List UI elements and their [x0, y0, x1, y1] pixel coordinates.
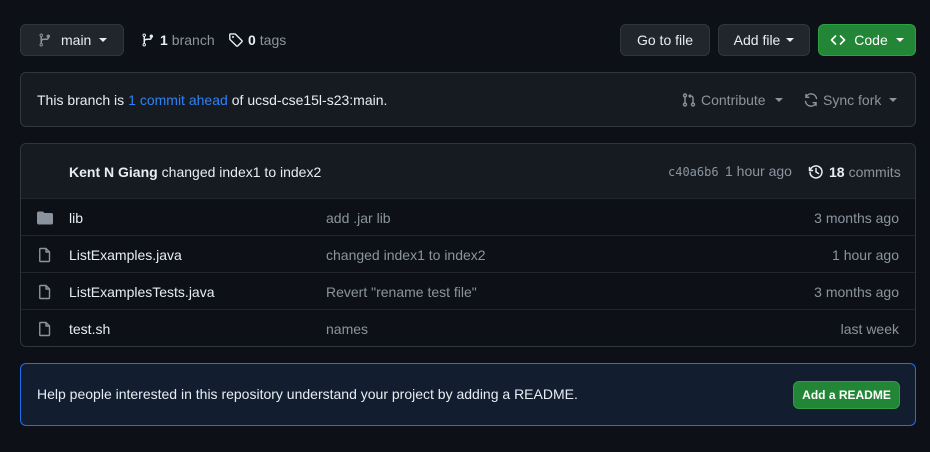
commit-sha[interactable]: c40a6b6: [668, 165, 719, 179]
file-age: last week: [840, 320, 899, 337]
file-icon: [39, 284, 51, 300]
commit-author[interactable]: Kent N Giang: [69, 164, 158, 180]
branches-link[interactable]: 1 branch: [140, 31, 215, 49]
tag-count-label: tags: [259, 32, 287, 48]
sync-fork-label: Sync fork: [823, 92, 882, 108]
chevron-down-icon: [99, 38, 108, 42]
file-age: 1 hour ago: [832, 246, 899, 263]
latest-commit-info: Kent N Giang changed index1 to index2: [69, 163, 321, 181]
branch-select-button[interactable]: main: [20, 24, 124, 56]
go-to-file-label: Go to file: [636, 32, 694, 48]
status-prefix: This branch is: [37, 92, 125, 108]
sync-fork-button[interactable]: Sync fork: [803, 91, 898, 109]
file-name[interactable]: lib: [69, 210, 83, 226]
file-row-lib[interactable]: lib add .jar lib 3 months ago: [21, 198, 915, 236]
file-name[interactable]: test.sh: [69, 321, 110, 337]
file-row-test-sh[interactable]: test.sh names last week: [21, 309, 915, 346]
status-suffix: of ucsd-cse15l-s23:main.: [231, 92, 388, 108]
contribute-label: Contribute: [701, 92, 766, 108]
folder-icon: [37, 211, 53, 225]
tags-link[interactable]: 0 tags: [228, 31, 286, 49]
file-name[interactable]: ListExamples.java: [69, 247, 182, 263]
branch-select-label: main: [61, 32, 92, 48]
git-branch-icon: [142, 33, 154, 47]
code-button-label: Code: [854, 32, 888, 48]
history-icon: [808, 165, 823, 179]
add-file-button[interactable]: Add file: [718, 24, 810, 56]
file-age: 3 months ago: [814, 209, 899, 226]
chevron-down-icon: [895, 38, 904, 42]
readme-prompt: Help people interested in this repositor…: [20, 363, 916, 426]
file-name[interactable]: ListExamplesTests.java: [69, 284, 215, 300]
contribute-button[interactable]: Contribute: [681, 91, 783, 109]
file-icon: [39, 247, 51, 263]
commits-ahead-link[interactable]: 1 commit ahead: [128, 92, 228, 108]
commits-history-link[interactable]: 18 commits: [808, 163, 901, 181]
commit-message[interactable]: changed index1 to index2: [162, 164, 322, 180]
file-icon: [39, 321, 51, 337]
sync-icon: [804, 93, 818, 107]
commit-age: 1 hour ago: [725, 163, 792, 179]
file-age: 3 months ago: [814, 283, 899, 300]
file-commit-message[interactable]: changed index1 to index2: [326, 247, 486, 263]
add-file-label: Add file: [733, 32, 781, 48]
file-commit-message[interactable]: add .jar lib: [326, 210, 391, 226]
commit-count: 18: [829, 164, 845, 180]
code-icon: [830, 35, 846, 45]
go-to-file-button[interactable]: Go to file: [620, 24, 710, 56]
chevron-down-icon: [786, 38, 795, 42]
file-row-listexamples[interactable]: ListExamples.java changed index1 to inde…: [21, 235, 915, 273]
git-branch-icon: [39, 33, 51, 47]
tag-icon: [229, 33, 243, 47]
add-readme-label: Add a README: [802, 388, 891, 402]
readme-prompt-text: Help people interested in this repositor…: [37, 386, 578, 402]
git-pull-request-icon: [682, 93, 696, 107]
file-commit-message[interactable]: names: [326, 321, 368, 337]
branch-count: 1: [160, 32, 168, 48]
chevron-down-icon: [889, 98, 898, 102]
branch-status-bar: This branch is 1 commit ahead of ucsd-cs…: [20, 72, 916, 127]
branch-count-label: branch: [171, 32, 215, 48]
file-list: Kent N Giang changed index1 to index2 c4…: [20, 143, 916, 347]
latest-commit-bar: Kent N Giang changed index1 to index2 c4…: [21, 144, 915, 198]
file-commit-message[interactable]: Revert "rename test file": [326, 284, 477, 300]
file-row-listexamplestests[interactable]: ListExamplesTests.java Revert "rename te…: [21, 272, 915, 310]
branch-status-text: This branch is 1 commit ahead of ucsd-cs…: [37, 91, 387, 109]
tag-count: 0: [248, 32, 256, 48]
add-readme-button[interactable]: Add a README: [793, 381, 900, 409]
code-button[interactable]: Code: [818, 24, 916, 56]
chevron-down-icon: [774, 98, 783, 102]
commit-count-label: commits: [848, 164, 901, 180]
